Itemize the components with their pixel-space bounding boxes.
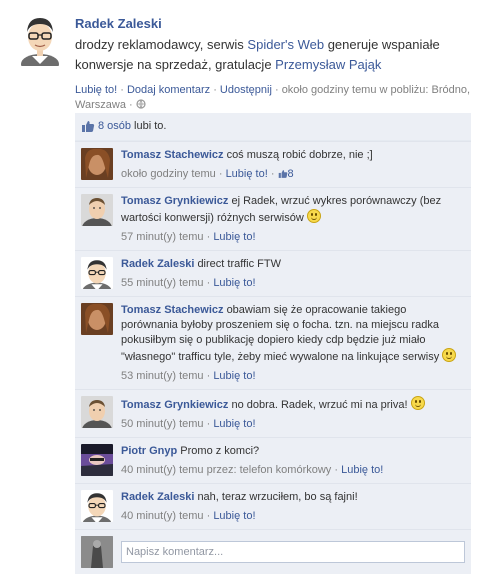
comment-item: Tomasz Grynkiewicz ej Radek, wrzuć wykre… xyxy=(75,187,471,250)
post-author-name[interactable]: Radek Zaleski xyxy=(75,16,475,31)
comment-author[interactable]: Tomasz Grynkiewicz xyxy=(121,399,228,411)
comment-author[interactable]: Radek Zaleski xyxy=(121,258,194,270)
comment-like-button[interactable]: Lubię to! xyxy=(213,231,255,243)
likes-suffix: lubi to. xyxy=(134,120,167,132)
comment-input[interactable] xyxy=(121,541,465,563)
post-text: drodzy reklamodawcy, serwis Spider's Web… xyxy=(75,35,475,75)
comment-text: coś muszą robić dobrze, nie ;] xyxy=(226,149,373,161)
comment-item: Tomasz Stachewicz coś muszą robić dobrze… xyxy=(75,141,471,187)
comment-author[interactable]: Tomasz Grynkiewicz xyxy=(121,195,228,207)
commenter-avatar[interactable] xyxy=(81,444,113,476)
comment-like-button[interactable]: Lubię to! xyxy=(213,277,255,289)
comment-time: 57 minut(y) temu xyxy=(121,231,204,243)
comment-item: Tomasz Grynkiewicz no dobra. Radek, wrzu… xyxy=(75,389,471,437)
comment-item: Tomasz Stachewicz obawiam się że opracow… xyxy=(75,296,471,389)
comment-like-button[interactable]: Lubię to! xyxy=(341,464,383,476)
add-comment-button[interactable]: Dodaj komentarz xyxy=(127,84,210,96)
comment-time: 50 minut(y) temu xyxy=(121,418,204,430)
comment-text: no dobra. Radek, wrzuć mi na priva! xyxy=(231,399,408,411)
post-text-1: drodzy reklamodawcy, serwis xyxy=(75,37,248,52)
comment-author[interactable]: Radek Zaleski xyxy=(121,491,194,503)
thumbs-up-icon xyxy=(278,170,287,178)
globe-icon xyxy=(136,99,146,109)
commenter-avatar[interactable] xyxy=(81,148,113,180)
post-actions: Lubię to! · Dodaj komentarz · Udostępnij… xyxy=(75,83,475,113)
thumbs-up-icon xyxy=(82,121,95,132)
comment-author[interactable]: Tomasz Stachewicz xyxy=(121,149,224,161)
comment-like-button[interactable]: Lubię to! xyxy=(213,370,255,382)
comment-author[interactable]: Tomasz Stachewicz xyxy=(121,304,224,316)
current-user-avatar xyxy=(81,536,113,568)
comment-item: Radek Zaleski nah, teraz wrzuciłem, bo s… xyxy=(75,483,471,529)
author-avatar[interactable] xyxy=(20,12,60,66)
comment-likes-count[interactable]: 8 xyxy=(288,168,294,180)
comment-like-button[interactable]: Lubię to! xyxy=(226,168,268,180)
share-button[interactable]: Udostępnij xyxy=(220,84,272,96)
comment-text: nah, teraz wrzuciłem, bo są fajni! xyxy=(197,491,358,503)
smiley-icon xyxy=(442,348,457,362)
comment-like-button[interactable]: Lubię to! xyxy=(213,510,255,522)
comment-time: 40 minut(y) temu xyxy=(121,510,204,522)
commenter-avatar[interactable] xyxy=(81,194,113,226)
comment-text: Promo z komci? xyxy=(180,445,260,457)
comment-time: 40 minut(y) temu przez: telefon komórkow… xyxy=(121,464,332,476)
comment-like-button[interactable]: Lubię to! xyxy=(213,418,255,430)
comment-time: około godziny temu xyxy=(121,168,216,180)
link-spiders-web[interactable]: Spider's Web xyxy=(247,37,324,52)
commenter-avatar[interactable] xyxy=(81,396,113,428)
comment-text: direct traffic FTW xyxy=(197,258,281,270)
comment-time: 55 minut(y) temu xyxy=(121,277,204,289)
commenter-avatar[interactable] xyxy=(81,490,113,522)
commenter-avatar[interactable] xyxy=(81,303,113,335)
link-przemyslaw-pajak[interactable]: Przemysław Pająk xyxy=(275,57,381,72)
smiley-icon xyxy=(306,209,321,223)
separator: · xyxy=(271,84,282,96)
likes-count-link[interactable]: 8 osób xyxy=(98,118,131,135)
smiley-icon xyxy=(410,396,425,410)
separator: · xyxy=(210,84,220,96)
like-button[interactable]: Lubię to! xyxy=(75,84,117,96)
separator: · xyxy=(125,99,136,111)
separator: · xyxy=(117,84,127,96)
comments-section: 8 osób lubi to. Tomasz Stachewicz coś mu… xyxy=(75,113,471,574)
comment-item: Piotr Gnyp Promo z komci? 40 minut(y) te… xyxy=(75,437,471,483)
likes-summary: 8 osób lubi to. xyxy=(75,113,471,141)
comment-item: Radek Zaleski direct traffic FTW 55 minu… xyxy=(75,250,471,296)
comment-composer xyxy=(75,529,471,574)
comment-author[interactable]: Piotr Gnyp xyxy=(121,445,177,457)
comment-time: 53 minut(y) temu xyxy=(121,370,204,382)
commenter-avatar[interactable] xyxy=(81,257,113,289)
